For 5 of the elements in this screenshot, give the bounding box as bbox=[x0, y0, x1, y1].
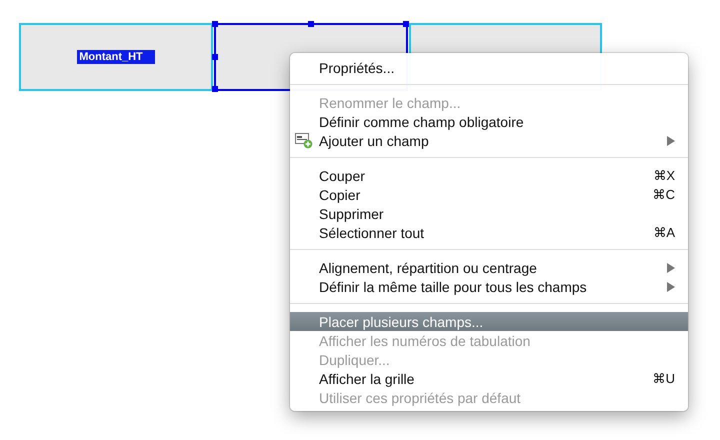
shortcut-label: ⌘A bbox=[653, 225, 675, 240]
shortcut-label: ⌘X bbox=[653, 168, 675, 183]
field-name: Montant_HT bbox=[77, 50, 155, 64]
shortcut-label: ⌘C bbox=[652, 187, 675, 202]
shortcut-label: ⌘U bbox=[652, 371, 675, 386]
